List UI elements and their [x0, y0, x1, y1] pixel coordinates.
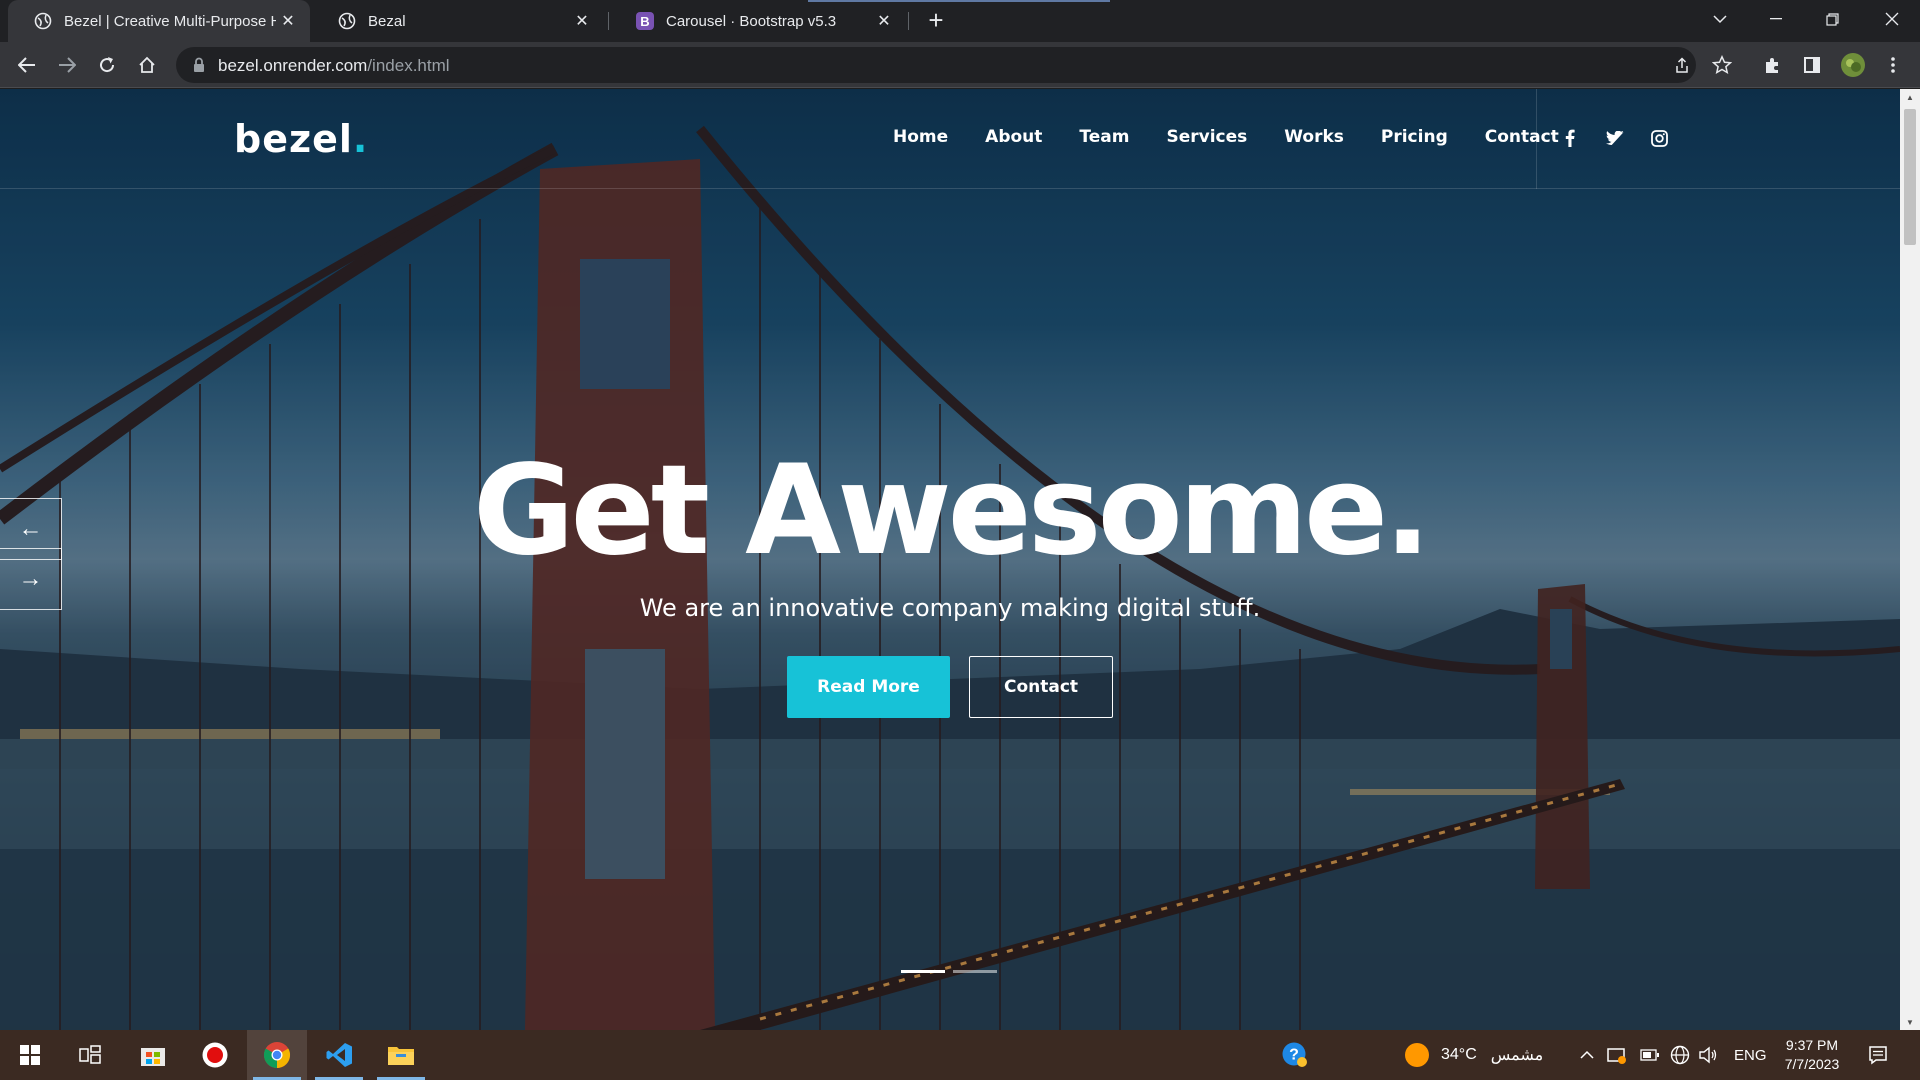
share-icon[interactable] — [1672, 56, 1692, 76]
windows-taskbar: ? 34°C مشمس ENG 9:37 PM 7/7/2023 — [0, 1030, 1920, 1080]
facebook-icon[interactable] — [1559, 127, 1581, 149]
weather-widget[interactable]: 34°C مشمس — [1405, 1030, 1543, 1080]
tab-search-icon[interactable] — [1692, 0, 1748, 38]
nav-contact[interactable]: Contact — [1485, 127, 1559, 147]
logo-text: bezel — [234, 117, 353, 161]
side-panel-icon[interactable] — [1802, 55, 1822, 75]
restore-icon[interactable] — [1804, 0, 1860, 38]
instagram-icon[interactable] — [1648, 127, 1670, 149]
close-tab-icon[interactable]: ✕ — [276, 9, 300, 33]
nav-works[interactable]: Works — [1284, 127, 1344, 147]
show-hidden-icons-icon[interactable] — [1580, 1030, 1594, 1080]
bookmark-star-icon[interactable] — [1712, 55, 1732, 75]
tab-bezal[interactable]: Bezal ✕ — [312, 0, 604, 42]
address-bar[interactable]: bezel.onrender.com/index.html — [176, 47, 1696, 83]
sun-icon — [1405, 1043, 1429, 1067]
carousel-indicator-2[interactable] — [953, 970, 997, 973]
tab-separator — [608, 12, 609, 30]
clock-date: 7/7/2023 — [1784, 1056, 1840, 1072]
tab-title: Carousel · Bootstrap v5.3 — [666, 12, 837, 30]
scroll-thumb[interactable] — [1904, 109, 1916, 245]
notification-center-icon[interactable] — [1868, 1030, 1888, 1080]
battery-icon[interactable] — [1640, 1030, 1660, 1080]
nav-team[interactable]: Team — [1079, 127, 1129, 147]
microsoft-store-icon[interactable] — [123, 1030, 183, 1080]
back-arrow-icon[interactable] — [13, 51, 41, 79]
page-scrollbar[interactable]: ▲ ▼ — [1900, 89, 1920, 1030]
url-host: bezel.onrender.com — [218, 56, 368, 75]
tab-separator — [908, 12, 909, 30]
windows-start-icon[interactable] — [0, 1030, 60, 1080]
contact-button[interactable]: Contact — [969, 656, 1113, 718]
close-tab-icon[interactable]: ✕ — [872, 9, 896, 33]
task-view-icon[interactable] — [60, 1030, 120, 1080]
bootstrap-logo-letter: B — [636, 12, 654, 30]
weather-temperature: 34°C — [1441, 1046, 1477, 1063]
vscode-icon[interactable] — [309, 1030, 369, 1080]
nav-home[interactable]: Home — [893, 127, 948, 147]
browser-toolbar: bezel.onrender.com/index.html — [0, 42, 1920, 88]
screen-recorder-icon[interactable] — [185, 1030, 245, 1080]
globe-icon — [34, 12, 52, 30]
screen: Bezel | Creative Multi-Purpose H ✕ Bezal… — [0, 0, 1920, 1080]
nav-about[interactable]: About — [985, 127, 1042, 147]
web-page: bezel. Home About Team Services Works Pr… — [0, 89, 1900, 1030]
tab-title: Bezel | Creative Multi-Purpose H — [64, 12, 276, 30]
profile-avatar[interactable] — [1840, 52, 1866, 78]
carousel-indicator-1[interactable] — [901, 970, 945, 973]
site-navbar: bezel. Home About Team Services Works Pr… — [0, 89, 1900, 189]
close-tab-icon[interactable]: ✕ — [570, 9, 594, 33]
bootstrap-icon: B — [636, 12, 654, 30]
system-clock[interactable]: 9:37 PM 7/7/2023 — [1770, 1036, 1854, 1074]
read-more-button[interactable]: Read More — [787, 656, 950, 718]
hero-subtitle: We are an innovative company making digi… — [639, 594, 1261, 622]
navbar-divider — [1536, 89, 1537, 189]
hero-headline: Get Awesome. — [472, 439, 1431, 583]
language-indicator[interactable]: ENG — [1734, 1030, 1767, 1080]
extensions-icon[interactable] — [1762, 55, 1782, 75]
scroll-down-icon[interactable]: ▼ — [1900, 1014, 1920, 1030]
help-icon[interactable]: ? — [1265, 1030, 1325, 1080]
lock-icon[interactable] — [190, 56, 208, 74]
weather-condition: مشمس — [1490, 1047, 1544, 1064]
network-globe-icon[interactable] — [1670, 1030, 1690, 1080]
main-menu: Home About Team Services Works Pricing C… — [893, 127, 1596, 147]
url-path: /index.html — [367, 56, 450, 75]
tab-bootstrap-carousel[interactable]: B Carousel · Bootstrap v5.3 ✕ — [610, 0, 906, 42]
tray-app-icon[interactable] — [1607, 1030, 1627, 1080]
twitter-icon[interactable] — [1604, 127, 1626, 149]
browser-tab-strip: Bezel | Creative Multi-Purpose H ✕ Bezal… — [0, 0, 1920, 42]
site-logo[interactable]: bezel. — [234, 117, 368, 161]
tab-bezel-creative[interactable]: Bezel | Creative Multi-Purpose H ✕ — [8, 0, 310, 42]
nav-services[interactable]: Services — [1166, 127, 1247, 147]
new-tab-button[interactable]: + — [922, 7, 950, 35]
logo-dot: . — [352, 117, 369, 161]
forward-arrow-icon[interactable] — [53, 51, 81, 79]
globe-icon — [338, 12, 356, 30]
more-menu-icon[interactable] — [1883, 55, 1903, 75]
volume-icon[interactable] — [1698, 1030, 1718, 1080]
home-icon[interactable] — [133, 51, 161, 79]
scroll-up-icon[interactable]: ▲ — [1900, 89, 1920, 105]
tab-title: Bezal — [368, 12, 406, 30]
reload-icon[interactable] — [93, 51, 121, 79]
file-explorer-icon[interactable] — [371, 1030, 431, 1080]
nav-pricing[interactable]: Pricing — [1381, 127, 1448, 147]
chrome-icon[interactable] — [247, 1030, 307, 1080]
minimize-icon[interactable] — [1748, 0, 1804, 38]
clock-time: 9:37 PM — [1785, 1037, 1839, 1053]
url-text[interactable]: bezel.onrender.com/index.html — [218, 56, 450, 76]
close-window-icon[interactable] — [1864, 0, 1920, 38]
